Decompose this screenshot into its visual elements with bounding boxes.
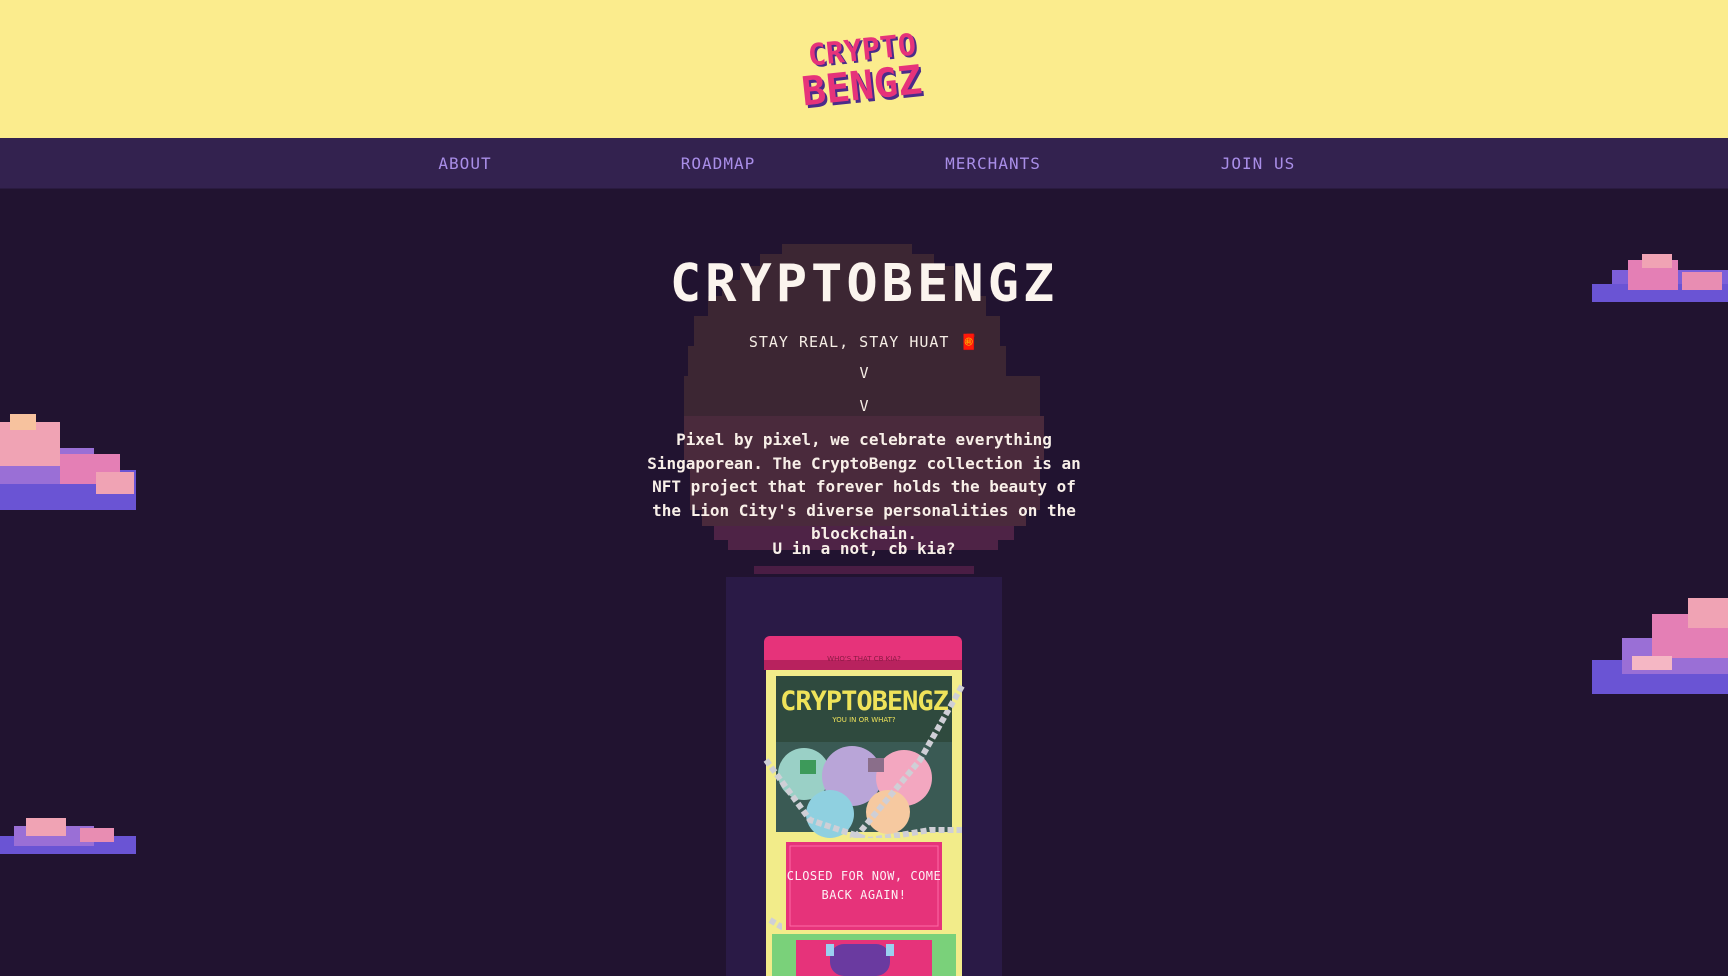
machine-top-label: WHO'S THAT CB KIA? [827,655,901,663]
machine-brand: CRYPTOBENGZ [780,686,949,717]
claw-machine-illustration[interactable] [0,0,1728,976]
machine-subtitle: YOU IN OR WHAT? [832,716,896,724]
closed-sign-text: CLOSED FOR NOW, COME BACK AGAIN! [786,869,942,902]
